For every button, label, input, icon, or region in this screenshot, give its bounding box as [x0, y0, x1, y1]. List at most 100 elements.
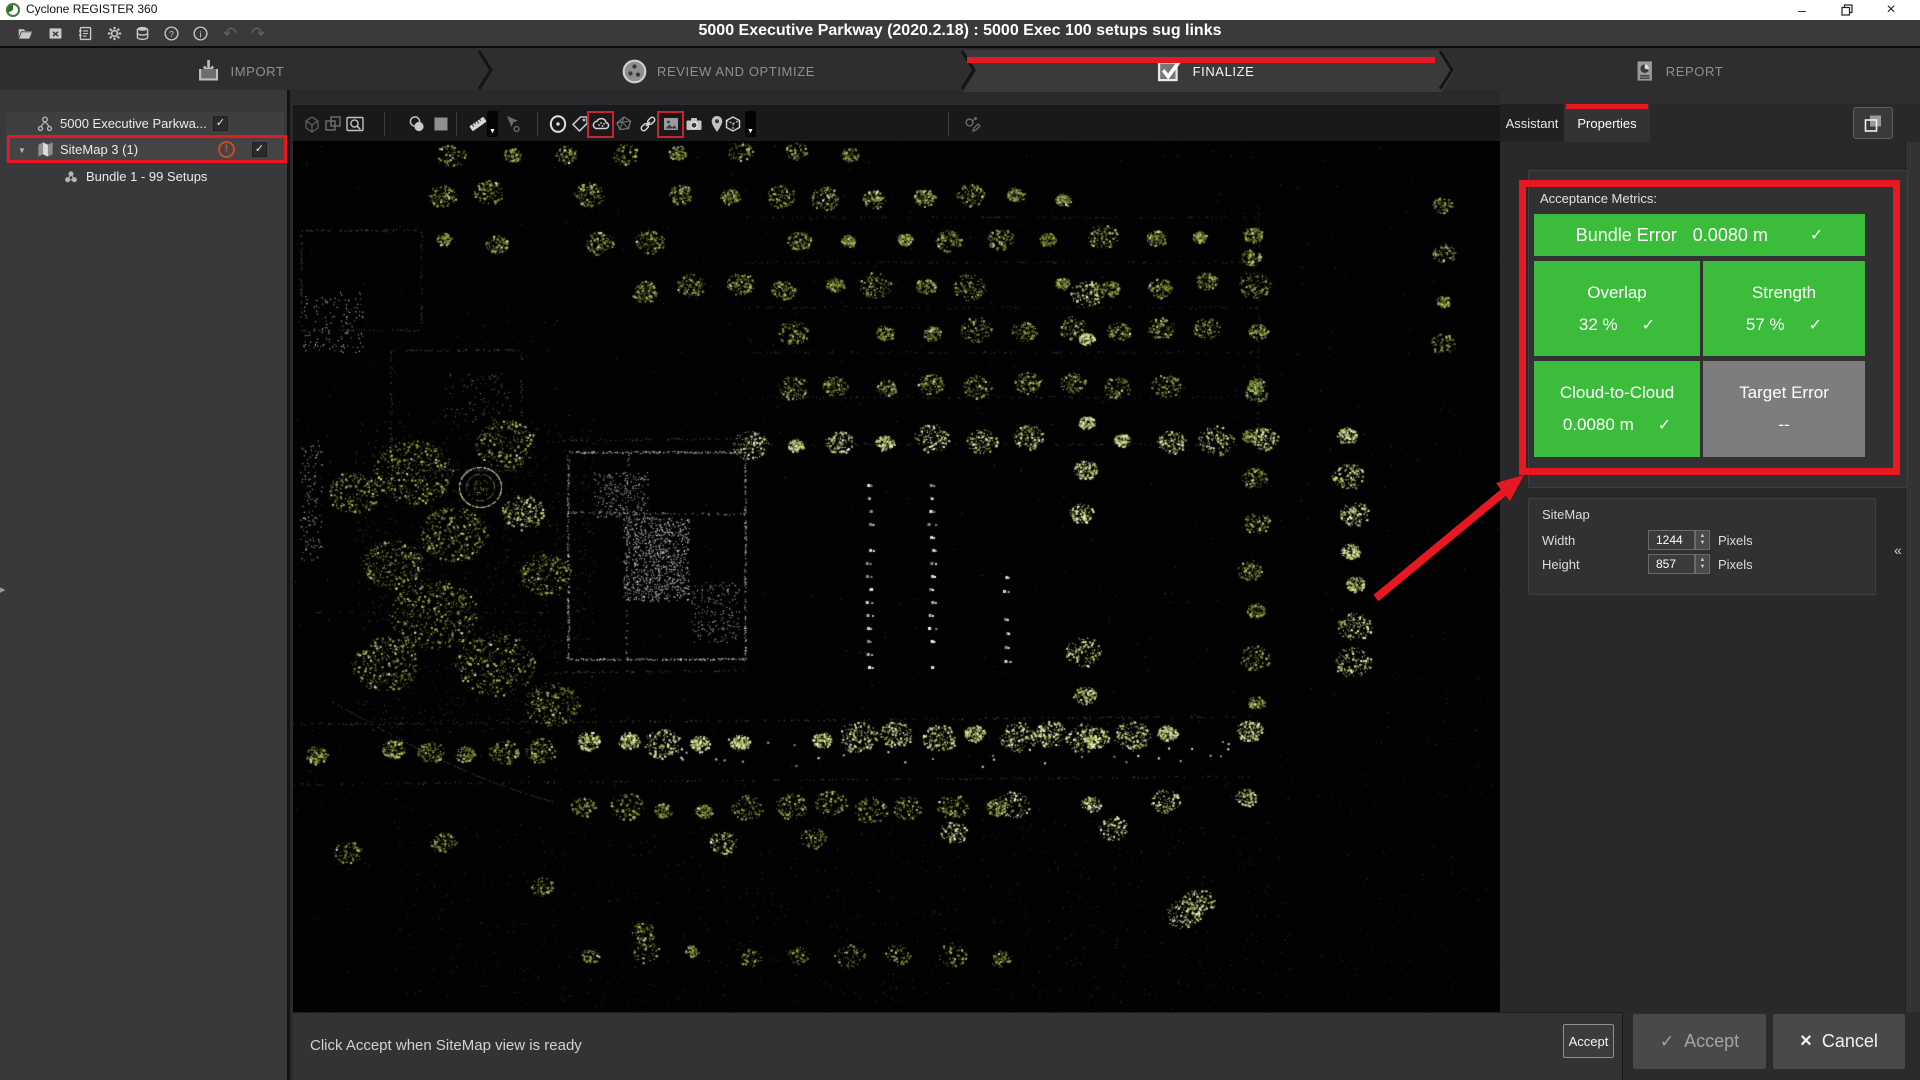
metric-strength: Strength 57 %✓	[1703, 261, 1865, 356]
project-root-checkbox[interactable]: ✓	[213, 116, 228, 131]
annotation-title-underline	[967, 57, 1435, 63]
metric-value: 0.0080 m	[1693, 225, 1768, 246]
cancel-button-label: Cancel	[1822, 1031, 1878, 1052]
pan-3d-icon	[302, 114, 322, 134]
show-geometry-button[interactable]	[613, 113, 635, 135]
annotation-properties-tab-bar	[1566, 104, 1648, 109]
titlebar: Cyclone REGISTER 360 – ×	[0, 0, 1920, 20]
pan-3d-button[interactable]	[301, 113, 323, 135]
height-input[interactable]	[1648, 554, 1695, 574]
pop-out-panel-button[interactable]	[1853, 107, 1893, 139]
width-units: Pixels	[1718, 533, 1753, 548]
tree-item-label: SiteMap 3 (1)	[60, 142, 138, 157]
tab-finalize-label: FINALIZE	[1193, 64, 1255, 79]
limit-box-dropdown[interactable]: ▼	[745, 111, 756, 137]
workflow-bar: IMPORT REVIEW AND OPTIMIZE FINALIZE RE	[0, 46, 1920, 90]
geometry-net-icon	[614, 114, 634, 134]
metric-label: Bundle Error	[1576, 225, 1677, 246]
link-icon	[638, 114, 658, 134]
restore-button[interactable]	[1834, 0, 1860, 20]
sidebar-expand-handle[interactable]: ▸	[0, 576, 14, 602]
accept-button-label: Accept	[1684, 1031, 1739, 1052]
measure-button[interactable]	[467, 113, 489, 135]
status-message: Click Accept when SiteMap view is ready	[310, 1037, 582, 1054]
show-setups-button[interactable]	[547, 113, 569, 135]
width-input[interactable]	[1648, 530, 1695, 550]
accept-button[interactable]: ✓ Accept	[1633, 1014, 1766, 1069]
measure-dropdown[interactable]: ▼	[487, 111, 498, 137]
show-links-button[interactable]	[637, 113, 659, 135]
cloud-icon	[591, 114, 611, 134]
tab-properties[interactable]: Properties	[1564, 104, 1650, 142]
minimize-button[interactable]: –	[1789, 0, 1815, 20]
tab-review-label: REVIEW AND OPTIMIZE	[657, 64, 815, 79]
panel-collapse-handle[interactable]: «	[1894, 542, 1902, 558]
show-labels-button[interactable]	[569, 113, 591, 135]
metric-overlap: Overlap 32 %✓	[1534, 261, 1700, 356]
tag-icon	[570, 114, 590, 134]
metric-value: 32 %	[1579, 315, 1618, 335]
show-images-button[interactable]	[660, 113, 682, 135]
chevron-separator-icon	[478, 50, 494, 90]
camera-icon	[684, 114, 704, 134]
acceptance-metrics-title: Acceptance Metrics:	[1540, 191, 1657, 206]
region-select-button[interactable]	[430, 113, 452, 135]
check-icon: ✓	[1660, 1032, 1674, 1052]
tree-expander-icon[interactable]: ▼	[18, 146, 26, 155]
target-icon	[548, 114, 568, 134]
project-tree-panel: 5000 Executive Parkwa... ✓ ▼ SiteMap 3 (…	[0, 90, 290, 1080]
tab-import-label: IMPORT	[231, 64, 285, 79]
spinner-up-icon[interactable]: ▲	[1700, 557, 1706, 564]
close-button[interactable]: ×	[1878, 0, 1904, 20]
tab-review-and-optimize[interactable]: REVIEW AND OPTIMIZE	[621, 50, 815, 92]
show-point-clouds-button[interactable]	[590, 113, 612, 135]
metric-label: Target Error	[1739, 383, 1829, 403]
limit-box-button[interactable]	[722, 113, 744, 135]
cancel-button[interactable]: × Cancel	[1773, 1014, 1905, 1069]
width-label: Width	[1542, 533, 1575, 548]
app-title: Cyclone REGISTER 360	[26, 2, 157, 16]
tree-item-project-root[interactable]: 5000 Executive Parkwa... ✓	[6, 112, 284, 136]
probe-button[interactable]	[501, 113, 523, 135]
tab-import[interactable]: IMPORT	[196, 50, 285, 92]
panel-footer: ✓ Accept × Cancel	[1622, 1012, 1920, 1080]
tab-report[interactable]: REPORT	[1633, 50, 1724, 92]
height-units: Pixels	[1718, 557, 1753, 572]
spinner-down-icon[interactable]: ▼	[1700, 540, 1706, 547]
cube-dashed-icon	[723, 114, 743, 134]
cloud-visibility-button[interactable]	[406, 113, 428, 135]
duplicate-view-button[interactable]	[322, 113, 344, 135]
document-title: 5000 Executive Parkway (2020.2.18) : 500…	[0, 22, 1920, 40]
height-spinner[interactable]: ▲▼	[1695, 554, 1710, 574]
app-logo-icon	[6, 3, 20, 17]
panel-top-strip	[1500, 90, 1920, 104]
review-optimize-icon	[621, 58, 648, 85]
tree-item-sitemap[interactable]: ▼ SiteMap 3 (1) ! ✓	[6, 137, 284, 163]
point-cloud-canvas[interactable]	[293, 142, 1500, 1012]
sitemap-checkbox[interactable]: ✓	[252, 142, 267, 157]
toolbar-separator	[456, 112, 457, 136]
edit-links-button[interactable]	[961, 113, 983, 135]
close-icon: ×	[1800, 1030, 1812, 1053]
import-icon	[196, 58, 222, 84]
tree-item-bundle[interactable]: Bundle 1 - 99 Setups	[6, 165, 284, 189]
tab-report-label: REPORT	[1666, 64, 1724, 79]
restore-icon	[1841, 4, 1853, 16]
spinner-up-icon[interactable]: ▲	[1700, 533, 1706, 540]
accept-small-button[interactable]: Accept	[1563, 1024, 1614, 1058]
gray-square-icon	[431, 114, 451, 134]
spinner-down-icon[interactable]: ▼	[1700, 564, 1706, 571]
capture-screenshot-button[interactable]	[683, 113, 705, 135]
metric-label: Overlap	[1587, 283, 1647, 303]
viewer-statusbar: Click Accept when SiteMap view is ready …	[293, 1012, 1622, 1080]
bundle-icon	[62, 168, 80, 186]
ruler-icon	[468, 114, 488, 134]
cursor-probe-icon	[502, 114, 522, 134]
zoom-fit-button[interactable]	[344, 113, 366, 135]
viewer-toolbar: ▼ ▼	[293, 104, 1500, 142]
tab-assistant[interactable]: Assistant	[1500, 104, 1564, 142]
metric-value: --	[1778, 415, 1789, 435]
app-toolbar: ? i ↶ ↷ 5000 Executive Parkway (2020.2.1…	[0, 20, 1920, 46]
chevron-separator-icon	[961, 50, 977, 90]
width-spinner[interactable]: ▲▼	[1695, 530, 1710, 550]
